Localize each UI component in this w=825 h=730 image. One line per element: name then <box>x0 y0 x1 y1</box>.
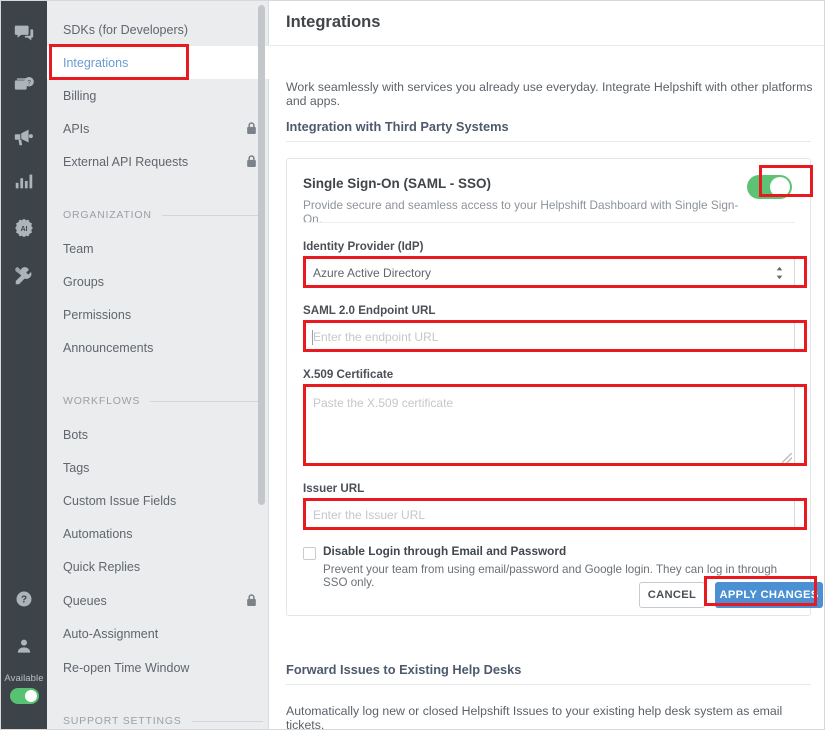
lock-icon <box>246 594 257 607</box>
idp-select[interactable]: Azure Active Directory <box>303 258 795 288</box>
sidebar-item-label: Integrations <box>63 55 129 70</box>
sidebar-item-quick-replies[interactable]: Quick Replies <box>47 550 269 583</box>
sidebar-item-label: SDKs (for Developers) <box>63 22 189 37</box>
megaphone-icon[interactable] <box>1 117 47 157</box>
divider <box>161 214 263 216</box>
page-header: Integrations <box>270 1 824 46</box>
sidebar-section-label: SUPPORT SETTINGS <box>63 715 182 727</box>
issuer-label: Issuer URL <box>303 482 365 495</box>
sidebar-section-label: ORGANIZATION <box>63 209 152 221</box>
sidebar-item-label: Announcements <box>63 340 154 355</box>
sidebar-item-external-api-requests[interactable]: External API Requests <box>47 145 269 178</box>
svg-text:?: ? <box>27 79 31 86</box>
cert-placeholder: Paste the X.509 certificate <box>313 396 454 410</box>
sidebar-item-auto-assignment[interactable]: Auto-Assignment <box>47 617 269 650</box>
sidebar-item-label: Quick Replies <box>63 559 141 574</box>
issuer-placeholder: Enter the Issuer URL <box>313 508 426 522</box>
analytics-icon[interactable] <box>1 161 47 201</box>
sidebar-item-automations[interactable]: Automations <box>47 517 269 550</box>
idp-selected-value: Azure Active Directory <box>313 266 432 280</box>
help-icon[interactable]: ? <box>1 579 47 619</box>
chevron-updown-icon <box>775 266 784 280</box>
sidebar-section-workflows: WORKFLOWS <box>63 393 263 409</box>
sidebar-item-label: Automations <box>63 526 133 541</box>
main-content: Integrations Work seamlessly with servic… <box>270 1 824 730</box>
sidebar-item-announcements[interactable]: Announcements <box>47 331 269 364</box>
sidebar-item-label: Team <box>63 241 94 256</box>
cancel-button[interactable]: CANCEL <box>639 582 705 608</box>
ai-icon[interactable]: AI <box>1 208 47 248</box>
svg-text:?: ? <box>21 595 27 606</box>
sidebar-item-permissions[interactable]: Permissions <box>47 298 269 331</box>
disable-login-label: Disable Login through Email and Password <box>323 544 567 558</box>
sidebar-item-label: Auto-Assignment <box>63 626 159 641</box>
idp-label: Identity Provider (IdP) <box>303 240 424 253</box>
sidebar-item-groups[interactable]: Groups <box>47 265 269 298</box>
sidebar-item-label: Queues <box>63 593 107 608</box>
sidebar-item-custom-issue-fields[interactable]: Custom Issue Fields <box>47 484 269 517</box>
sidebar-item-billing[interactable]: Billing <box>47 79 269 112</box>
sidebar-item-tags[interactable]: Tags <box>47 451 269 484</box>
sidebar-section-organization: ORGANIZATION <box>63 207 263 223</box>
disable-login-checkbox[interactable] <box>303 547 316 560</box>
sidebar-item-re-open-time-window[interactable]: Re-open Time Window <box>47 651 269 684</box>
page-title: Integrations <box>286 13 381 31</box>
divider <box>191 720 263 722</box>
sidebar-item-label: APIs <box>63 121 90 136</box>
sidebar-item-label: External API Requests <box>63 154 189 169</box>
sidebar-scrollbar[interactable] <box>258 5 265 505</box>
forward-issues-description: Automatically log new or closed Helpshif… <box>286 704 783 730</box>
sidebar-item-bots[interactable]: Bots <box>47 418 269 451</box>
availability-label: Available <box>4 673 44 684</box>
sidebar-item-label: Bots <box>63 427 89 442</box>
apply-changes-button[interactable]: APPLY CHANGES <box>715 582 823 608</box>
endpoint-input[interactable]: Enter the endpoint URL <box>303 322 795 352</box>
sso-enable-toggle[interactable] <box>747 175 792 199</box>
tools-icon[interactable] <box>1 256 47 296</box>
endpoint-placeholder: Enter the endpoint URL <box>313 330 439 344</box>
divider <box>286 684 811 685</box>
sidebar-item-sdks[interactable]: SDKs (for Developers) <box>47 13 269 46</box>
lock-icon <box>246 155 257 168</box>
sidebar-section-support-settings: SUPPORT SETTINGS <box>63 713 263 729</box>
forward-issues-heading: Forward Issues to Existing Help Desks <box>286 662 522 677</box>
settings-sidebar: SDKs (for Developers) Integrations Billi… <box>47 1 269 729</box>
availability-toggle[interactable] <box>10 688 39 704</box>
sidebar-item-label: Re-open Time Window <box>63 660 190 675</box>
sidebar-item-label: Billing <box>63 88 97 103</box>
sidebar-item-label: Permissions <box>63 307 132 322</box>
divider <box>303 222 795 223</box>
lock-icon <box>246 122 257 135</box>
cert-textarea[interactable]: Paste the X.509 certificate <box>303 386 795 466</box>
sso-toggle-knob <box>770 177 790 197</box>
issuer-input[interactable]: Enter the Issuer URL <box>303 500 795 530</box>
endpoint-label: SAML 2.0 Endpoint URL <box>303 304 436 317</box>
sso-card: Single Sign-On (SAML - SSO) Provide secu… <box>286 158 823 616</box>
sidebar-item-integrations[interactable]: Integrations <box>47 46 269 79</box>
sidebar-item-label: Custom Issue Fields <box>63 493 177 508</box>
sidebar-scroll-area: SDKs (for Developers) Integrations Billi… <box>47 1 269 729</box>
third-party-heading: Integration with Third Party Systems <box>286 119 509 134</box>
divider <box>150 400 263 402</box>
intro-text: Work seamlessly with services you alread… <box>286 80 813 108</box>
faq-icon[interactable]: ? <box>1 65 47 105</box>
sidebar-item-apis[interactable]: APIs <box>47 112 269 145</box>
sso-title: Single Sign-On (SAML - SSO) <box>303 176 491 191</box>
availability-toggle-knob <box>25 690 37 702</box>
sidebar-item-team[interactable]: Team <box>47 232 269 265</box>
sidebar-item-queues[interactable]: Queues <box>47 584 269 617</box>
app-icon-rail: ? AI ? Available <box>1 1 47 729</box>
resize-handle-icon[interactable] <box>782 453 792 463</box>
cert-label: X.509 Certificate <box>303 368 394 381</box>
sidebar-item-label: Tags <box>63 460 90 475</box>
divider <box>286 141 811 142</box>
chat-icon[interactable] <box>1 13 47 53</box>
integrations-settings-page: ? AI ? Available SDKs (for Developers) I… <box>0 0 825 730</box>
sidebar-section-label: WORKFLOWS <box>63 395 141 407</box>
sidebar-item-label: Groups <box>63 274 104 289</box>
profile-icon[interactable] <box>1 626 47 666</box>
svg-text:AI: AI <box>21 226 28 233</box>
text-caret <box>312 330 313 345</box>
